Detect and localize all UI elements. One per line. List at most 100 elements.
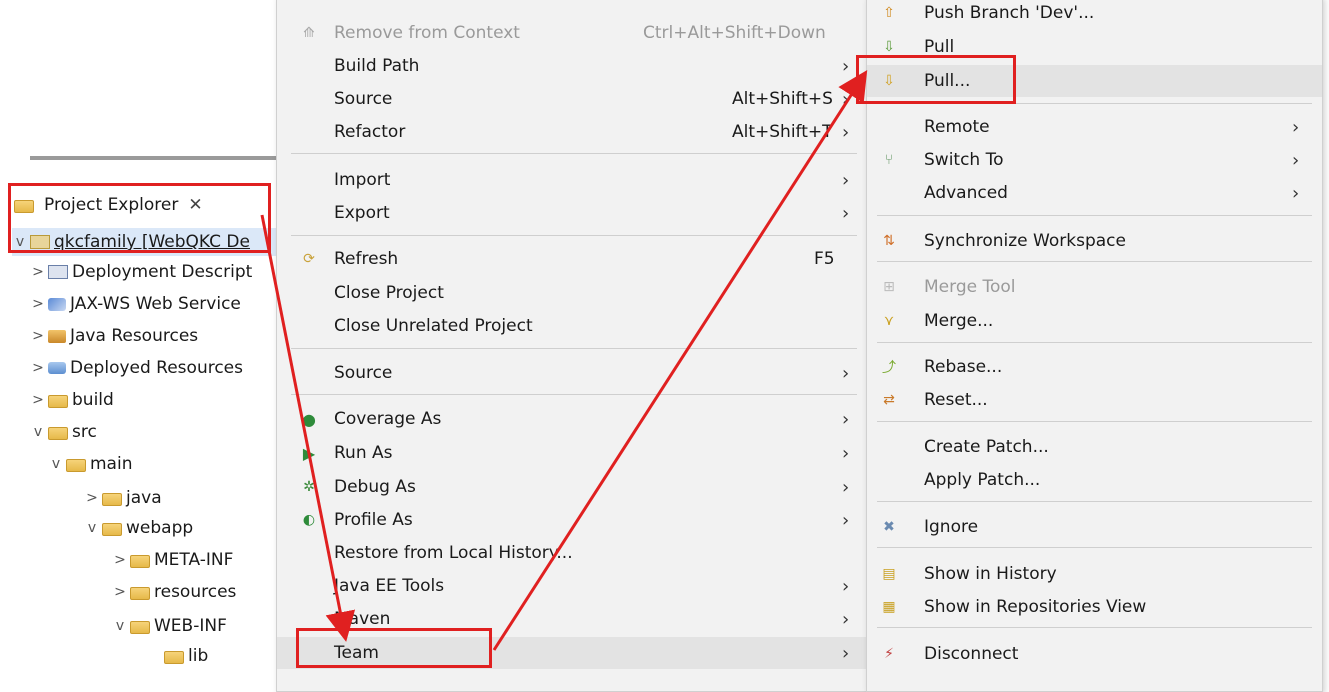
chevron-right-icon[interactable]: >	[30, 264, 46, 280]
java-resources-icon	[48, 329, 66, 343]
chevron-right-icon: ›	[842, 608, 850, 630]
chevron-right-icon: ›	[842, 642, 850, 664]
chevron-right-icon[interactable]: >	[30, 296, 46, 312]
chevron-right-icon[interactable]: >	[112, 552, 128, 568]
source-folder-icon	[130, 621, 150, 634]
menu-item-build-path[interactable]: Build Path ›	[277, 50, 867, 82]
chevron-down-icon[interactable]: v	[30, 424, 46, 440]
chevron-right-icon: ›	[1292, 149, 1300, 171]
menu-item-apply-patch[interactable]: Apply Patch...	[867, 464, 1322, 496]
chevron-right-icon[interactable]: >	[30, 392, 46, 408]
source-folder-icon	[130, 587, 150, 600]
chevron-right-icon: ›	[1292, 182, 1300, 204]
debug-bug-icon: ✲	[303, 479, 315, 495]
chevron-right-icon[interactable]: >	[30, 360, 46, 376]
tree-item-label: Java Resources	[70, 326, 199, 346]
tree-item-label: build	[72, 390, 114, 410]
menu-separator	[877, 261, 1312, 262]
chevron-right-icon: ›	[842, 442, 850, 464]
tree-item-label: JAX-WS Web Service	[70, 294, 241, 314]
menu-separator	[291, 153, 857, 154]
menu-item-merge-tool[interactable]: ⊞ Merge Tool	[867, 271, 1322, 303]
rebase-icon: ⤴	[882, 360, 896, 376]
tree-item[interactable]: lib	[146, 642, 208, 670]
menu-item-merge[interactable]: ⋎ Merge...	[867, 305, 1322, 337]
menu-item-close-unrelated-project[interactable]: Close Unrelated Project	[277, 310, 867, 342]
chevron-right-icon[interactable]: >	[112, 584, 128, 600]
chevron-right-icon: ›	[842, 408, 850, 430]
menu-item-show-in-repositories[interactable]: ▦ Show in Repositories View	[867, 591, 1322, 623]
tree-item[interactable]: > JAX-WS Web Service	[30, 290, 241, 318]
menu-item-reset[interactable]: ⇄ Reset...	[867, 384, 1322, 416]
tree-item[interactable]: v WEB-INF	[112, 612, 227, 640]
menu-item-remote[interactable]: Remote ›	[867, 111, 1322, 143]
tree-item[interactable]: v src	[30, 418, 97, 446]
menu-item-run-as[interactable]: ▶ Run As ›	[277, 437, 867, 469]
history-icon: ▤	[882, 566, 896, 582]
source-folder-icon	[66, 459, 86, 472]
source-folder-icon	[102, 523, 122, 536]
chevron-down-icon[interactable]: v	[84, 520, 100, 536]
menu-item-import[interactable]: Import ›	[277, 164, 867, 196]
refresh-icon: ⟳	[303, 251, 315, 267]
tree-item[interactable]: v main	[48, 450, 133, 478]
menu-item-coverage-as[interactable]: ● Coverage As ›	[277, 403, 867, 435]
git-repository-icon: ▦	[882, 599, 896, 615]
annotation-box-team	[296, 628, 492, 668]
tree-item[interactable]: > Java Resources	[30, 322, 198, 350]
menu-item-close-project[interactable]: Close Project	[277, 277, 867, 309]
menu-item-rebase[interactable]: ⤴ Rebase...	[867, 351, 1322, 383]
tree-item-label: Deployment Descript	[72, 262, 253, 282]
menu-item-debug-as[interactable]: ✲ Debug As ›	[277, 471, 867, 503]
tree-item[interactable]: v webapp	[84, 514, 193, 542]
tree-item[interactable]: > Deployment Descript	[30, 258, 252, 286]
view-divider[interactable]	[30, 156, 285, 160]
menu-item-create-patch[interactable]: Create Patch...	[867, 431, 1322, 463]
chevron-down-icon[interactable]: v	[48, 456, 64, 472]
chevron-right-icon: ›	[842, 575, 850, 597]
menu-item-disconnect[interactable]: ⚡ Disconnect	[867, 638, 1322, 670]
menu-item-remove-from-context[interactable]: ⟰ Remove from Context Ctrl+Alt+Shift+Dow…	[277, 17, 867, 49]
chevron-down-icon[interactable]: v	[112, 618, 128, 634]
folder-icon	[48, 395, 68, 408]
menu-item-source-2[interactable]: Source ›	[277, 357, 867, 389]
web-service-icon	[48, 297, 66, 311]
tree-item-label: src	[72, 422, 97, 442]
chevron-right-icon: ›	[842, 202, 850, 224]
menu-item-ignore[interactable]: ✖ Ignore	[867, 511, 1322, 543]
menu-item-push-branch[interactable]: ⇧ Push Branch 'Dev'...	[867, 0, 1322, 29]
menu-item-profile-as[interactable]: ◐ Profile As ›	[277, 504, 867, 536]
menu-separator	[291, 394, 857, 395]
chevron-right-icon: ›	[842, 476, 850, 498]
menu-item-restore-local-history[interactable]: Restore from Local History...	[277, 537, 867, 569]
tree-item-label: webapp	[126, 518, 194, 538]
tree-item[interactable]: > java	[84, 484, 162, 512]
source-folder-icon	[48, 427, 68, 440]
chevron-right-icon: ›	[842, 55, 850, 77]
menu-item-refresh[interactable]: ⟳ Refresh F5	[277, 243, 867, 275]
remove-context-icon: ⟰	[303, 25, 315, 41]
chevron-right-icon[interactable]: >	[84, 490, 100, 506]
menu-item-export[interactable]: Export ›	[277, 197, 867, 229]
tree-item[interactable]: > META-INF	[112, 546, 233, 574]
menu-item-show-in-history[interactable]: ▤ Show in History	[867, 558, 1322, 590]
tree-item-label: WEB-INF	[154, 616, 227, 636]
tree-item[interactable]: > build	[30, 386, 114, 414]
menu-item-synchronize-workspace[interactable]: ⇅ Synchronize Workspace	[867, 225, 1322, 257]
push-icon: ⇧	[883, 5, 895, 21]
pull-icon: ⇩	[883, 39, 895, 55]
menu-separator	[877, 627, 1312, 628]
merge-icon: ⋎	[883, 313, 895, 329]
coverage-icon: ●	[302, 409, 316, 429]
menu-item-source[interactable]: Source Alt+Shift+S ›	[277, 83, 867, 115]
menu-item-advanced[interactable]: Advanced ›	[867, 177, 1322, 209]
tree-item[interactable]: > Deployed Resources	[30, 354, 243, 382]
synchronize-icon: ⇅	[883, 233, 895, 249]
chevron-right-icon[interactable]: >	[30, 328, 46, 344]
menu-item-refactor[interactable]: Refactor Alt+Shift+T ›	[277, 116, 867, 148]
menu-item-java-ee-tools[interactable]: Java EE Tools ›	[277, 570, 867, 602]
menu-item-switch-to[interactable]: ⑂ Switch To ›	[867, 144, 1322, 176]
tree-item[interactable]: > resources	[112, 578, 236, 606]
chevron-right-icon: ›	[842, 169, 850, 191]
menu-separator	[877, 342, 1312, 343]
